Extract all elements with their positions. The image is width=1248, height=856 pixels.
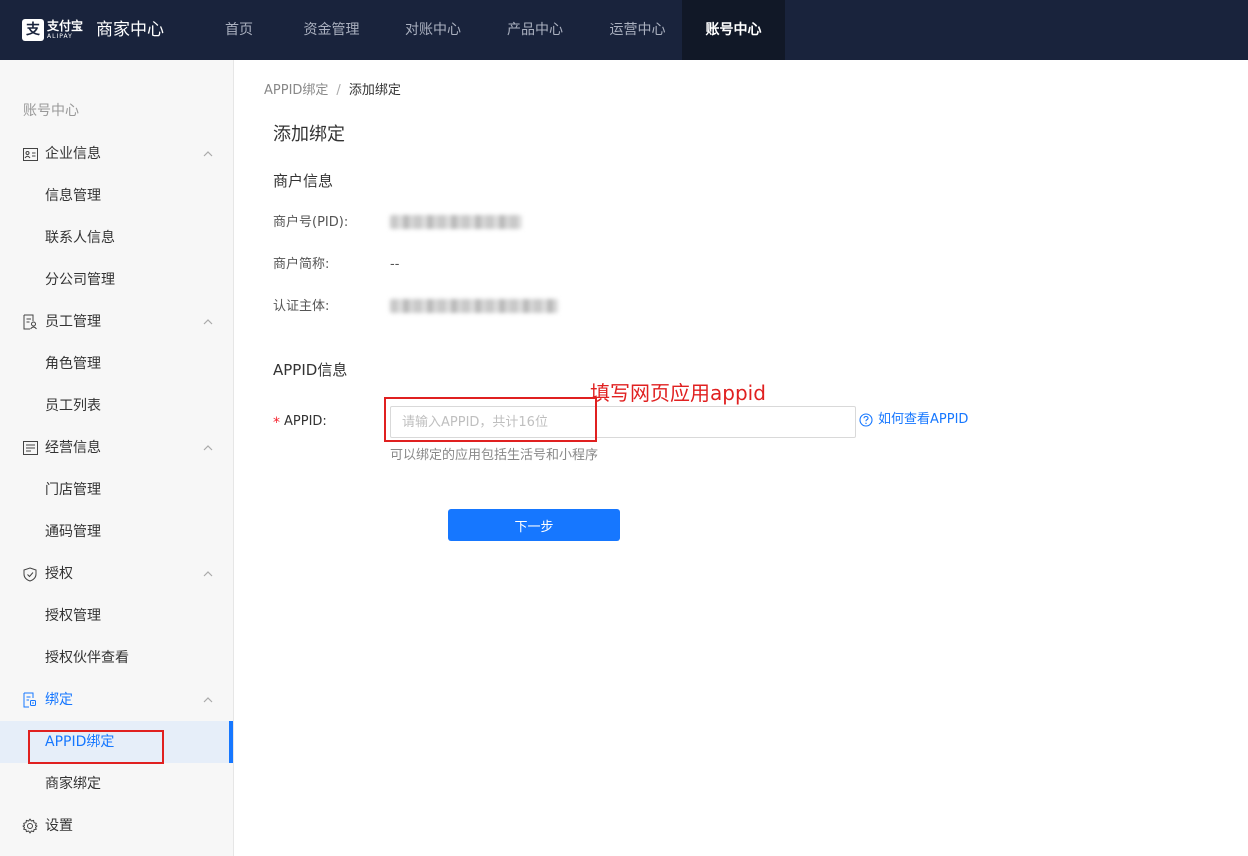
chevron-up-icon[interactable] <box>202 568 214 580</box>
help-link-label: 如何查看APPID <box>878 412 969 427</box>
staff-document-icon <box>22 314 38 330</box>
sidebar-item-code-management[interactable]: 通码管理 <box>0 511 233 553</box>
sidebar-item-branch-management[interactable]: 分公司管理 <box>0 259 233 301</box>
app-title: 商家中心 <box>96 20 164 40</box>
nav-products[interactable]: 产品中心 <box>477 0 593 60</box>
sidebar-group-enterprise-info[interactable]: 企业信息 <box>0 133 233 175</box>
page-title: 添加绑定 <box>273 124 345 145</box>
sidebar-item-role-management[interactable]: 角色管理 <box>0 343 233 385</box>
annotation-box-appid-binding <box>28 730 164 764</box>
top-nav: 首页 资金管理 对账中心 产品中心 运营中心 账号中心 <box>204 0 785 60</box>
pid-value-redacted <box>390 215 522 229</box>
logo-chinese-text: 支付宝 <box>47 18 84 33</box>
breadcrumb-current: 添加绑定 <box>348 83 401 98</box>
question-circle-icon <box>859 413 873 427</box>
breadcrumb-separator: / <box>336 83 341 98</box>
sidebar-item-info-management[interactable]: 信息管理 <box>0 175 233 217</box>
chevron-up-icon[interactable] <box>202 148 214 160</box>
short-name-value: -- <box>390 257 400 272</box>
alipay-logo[interactable]: 支 支付宝 ALIPAY <box>22 16 83 44</box>
sidebar-item-store-management[interactable]: 门店管理 <box>0 469 233 511</box>
annotation-text: 填写网页应用appid <box>590 381 766 405</box>
top-navigation-bar: 支 支付宝 ALIPAY 商家中心 首页 资金管理 对账中心 产品中心 运营中心… <box>0 0 1248 60</box>
sidebar-item-authorization-management[interactable]: 授权管理 <box>0 595 233 637</box>
sidebar-group-business-info[interactable]: 经营信息 <box>0 427 233 469</box>
chevron-up-icon[interactable] <box>202 442 214 454</box>
logo-english-text: ALIPAY <box>47 32 73 40</box>
entity-value-redacted <box>390 299 558 313</box>
sidebar-heading: 账号中心 <box>23 103 79 119</box>
appid-info-title: APPID信息 <box>273 361 348 379</box>
gear-icon <box>22 818 38 834</box>
nav-reconciliation[interactable]: 对账中心 <box>389 0 477 60</box>
sidebar-item-merchant-binding[interactable]: 商家绑定 <box>0 763 233 805</box>
nav-account-center[interactable]: 账号中心 <box>682 0 785 60</box>
chevron-up-icon[interactable] <box>202 694 214 706</box>
next-step-button[interactable]: 下一步 <box>448 509 620 541</box>
required-mark: * <box>273 415 280 431</box>
sidebar-group-authorization[interactable]: 授权 <box>0 553 233 595</box>
breadcrumb: APPID绑定 / 添加绑定 <box>264 82 401 100</box>
nav-operations[interactable]: 运营中心 <box>593 0 682 60</box>
entity-label: 认证主体: <box>273 299 330 314</box>
sidebar-group-staff[interactable]: 员工管理 <box>0 301 233 343</box>
chevron-up-icon[interactable] <box>202 316 214 328</box>
merchant-info-title: 商户信息 <box>273 172 334 190</box>
sidebar-item-contacts[interactable]: 联系人信息 <box>0 217 233 259</box>
sidebar-item-partner-view[interactable]: 授权伙伴查看 <box>0 637 233 679</box>
how-to-find-appid-link[interactable]: 如何查看APPID <box>859 411 968 429</box>
sidebar-group-binding[interactable]: 绑定 <box>0 679 233 721</box>
short-name-label: 商户简称: <box>273 257 330 272</box>
annotation-box-appid-input <box>384 397 597 442</box>
appid-hint: 可以绑定的应用包括生活号和小程序 <box>390 448 599 463</box>
appid-label: APPID: <box>284 414 327 429</box>
shield-check-icon <box>22 566 38 582</box>
sidebar-item-staff-list[interactable]: 员工列表 <box>0 385 233 427</box>
breadcrumb-parent[interactable]: APPID绑定 <box>264 83 328 98</box>
sidebar-group-settings[interactable]: 设置 <box>0 805 233 847</box>
id-card-icon <box>22 146 38 162</box>
pid-label: 商户号(PID): <box>273 215 349 230</box>
bind-document-icon <box>22 692 38 708</box>
nav-funds[interactable]: 资金管理 <box>274 0 389 60</box>
business-list-icon <box>22 440 38 456</box>
nav-home[interactable]: 首页 <box>204 0 274 60</box>
alipay-logo-icon: 支 <box>22 19 44 41</box>
